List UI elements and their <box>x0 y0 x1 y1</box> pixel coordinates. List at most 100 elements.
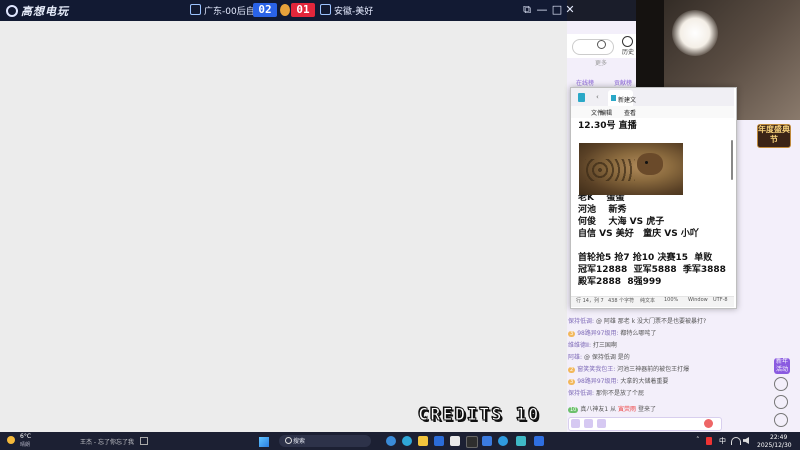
history-button[interactable]: 历史 <box>622 47 634 56</box>
refresh-icon[interactable] <box>774 377 788 391</box>
chat-nick[interactable]: 阿雄: <box>568 354 582 361</box>
folder-icon[interactable] <box>418 436 428 446</box>
app-logo-text: 高想电玩 <box>21 5 69 18</box>
tab-contribution[interactable]: 贡献榜 <box>614 78 632 87</box>
level-badge: 10 <box>568 407 579 413</box>
chat-nick[interactable]: 98路异97级用: <box>577 378 618 385</box>
chat-text: @ 阿雄 那老 k 没大门票不是也要被暴打? <box>595 318 707 325</box>
vs-icon <box>280 4 290 16</box>
event-badge[interactable]: 年度盛典节 <box>757 124 791 148</box>
score-left: 02 <box>253 3 277 17</box>
chat-nick[interactable]: 保持低调: <box>568 318 594 325</box>
app-k-icon[interactable] <box>482 436 492 446</box>
search-input[interactable] <box>572 39 614 55</box>
game-canvas[interactable] <box>0 21 567 432</box>
minimize-button[interactable]: — <box>535 3 549 16</box>
restore-icon[interactable]: ⧉ <box>520 3 534 17</box>
shield-icon <box>320 4 331 15</box>
chat-enter-notice: 10 真八神友1 从 寅荧雨 登来了 <box>568 404 656 413</box>
app-icon-5[interactable] <box>450 436 460 446</box>
chat-highlight[interactable]: 寅荧雨 <box>618 406 636 413</box>
tab-scroll-left-button[interactable]: ‹ <box>596 93 599 101</box>
search-icon[interactable] <box>597 40 606 49</box>
chat-nick[interactable]: 维维德Ⅱ: <box>568 342 591 349</box>
notepad-taskbar-icon[interactable] <box>516 436 526 446</box>
emoji-icon[interactable] <box>571 419 580 428</box>
close-button[interactable]: ✕ <box>563 3 577 16</box>
wifi-icon[interactable] <box>731 437 741 445</box>
music-ticker[interactable]: 王杰 - 忘了你忘了我 <box>80 437 134 446</box>
logo-ring-icon <box>6 5 18 17</box>
gift-box-icon[interactable] <box>774 413 788 427</box>
sun-icon[interactable] <box>7 436 15 444</box>
chat-message: 2 窗笑笑我包王: 河池三神器前的被包王打爆 <box>568 364 689 373</box>
browser-icon[interactable] <box>402 436 412 446</box>
chat-text: 登来了 <box>636 406 656 413</box>
ime-indicator[interactable]: 中 <box>719 436 726 446</box>
chat-message: 维维德Ⅱ: 打三国啊 <box>568 340 617 349</box>
store-icon[interactable] <box>434 436 444 446</box>
chat-nick[interactable]: 窗笑笑我包王: <box>577 366 615 373</box>
chat-text: @ 保持低调 是的 <box>583 354 630 361</box>
credits-counter: CREDITS 10 <box>417 405 541 426</box>
ticker-stop-icon[interactable] <box>140 437 148 445</box>
notepad-scrollbar[interactable] <box>731 140 733 180</box>
status-zoom: 100% <box>664 297 679 303</box>
app-logo: 高想电玩 <box>6 3 69 19</box>
clock-icon[interactable] <box>622 36 633 47</box>
level-badge: 3 <box>568 379 576 385</box>
chat-text: 从 <box>610 406 619 413</box>
chat-text: 那你不是放了个屁 <box>595 390 644 397</box>
app-icon-10[interactable] <box>534 436 544 446</box>
chat-nick[interactable]: 真八神友1 <box>580 406 608 413</box>
notepad-body: 老K 蛋蛋 河池 新秀 何俊 大海 VS 虎子 自信 VS 美好 童庆 VS 小… <box>578 193 726 287</box>
level-badge: 3 <box>568 331 576 337</box>
terminal-icon[interactable] <box>466 436 478 448</box>
status-position: 行 14，列 7 <box>576 298 604 304</box>
more-button[interactable]: 更多 <box>595 58 607 67</box>
chat-text: 打三国啊 <box>592 342 617 349</box>
hyena-image <box>579 143 683 195</box>
chat-nick[interactable]: 98路异97级用: <box>577 330 618 337</box>
team-right: 安徽-美好 <box>320 4 373 17</box>
like-icon[interactable] <box>704 419 713 428</box>
chat-message: 阿雄: @ 保持低调 是的 <box>568 352 630 361</box>
chat-message: 3 98路异97级用: 都特么哪咤了 <box>568 328 656 337</box>
level-badge: 2 <box>568 367 576 373</box>
clock-date[interactable]: 2025/12/30 <box>757 442 792 449</box>
image-icon[interactable] <box>597 419 606 428</box>
shield-icon <box>190 4 201 15</box>
app-icon-8[interactable] <box>498 436 508 446</box>
document-icon <box>611 95 616 101</box>
weather-desc[interactable]: 晴朗 <box>20 441 30 448</box>
chat-text: 大拿的大储着重要 <box>620 378 669 385</box>
score-right: 01 <box>291 3 315 17</box>
menu-view[interactable]: 查看 <box>624 108 636 117</box>
status-encoding: UTF-8 <box>713 297 728 303</box>
start-button[interactable] <box>259 437 269 447</box>
chat-message: 3 98路异97级用: 大拿的大储着重要 <box>568 376 668 385</box>
status-eol: Window <box>688 297 708 303</box>
weather-temp[interactable]: 6°C <box>20 433 31 440</box>
status-chars: 438 个字符 <box>608 298 635 304</box>
gift-icon[interactable] <box>584 419 593 428</box>
chat-text: 都特么哪咤了 <box>620 330 657 337</box>
settings-icon[interactable] <box>774 395 788 409</box>
notepad-tab-label[interactable]: 新建文 <box>618 95 636 104</box>
tray-expand-icon[interactable]: ˄ <box>696 436 700 444</box>
menu-edit[interactable]: 编辑 <box>600 108 612 117</box>
notepad-icon <box>578 93 585 102</box>
mic-icon[interactable] <box>706 437 712 445</box>
clock-time[interactable]: 22:49 <box>770 434 787 441</box>
tab-online[interactable]: 在线榜 <box>576 78 594 87</box>
chat-text: 河池三神器前的被包王打爆 <box>617 366 690 373</box>
taskbar-search-label[interactable]: 搜索 <box>293 436 305 445</box>
notepad-title-line: 12.30号 直播 <box>578 121 637 131</box>
chat-message: 保持低调: @ 阿雄 那老 k 没大门票不是也要被暴打? <box>568 316 706 325</box>
side-activity-badge[interactable]: 新年活动 <box>774 358 790 374</box>
chat-message: 保持低调: 那你不是放了个屁 <box>568 388 644 397</box>
chat-nick[interactable]: 保持低调: <box>568 390 594 397</box>
maximize-button[interactable]: □ <box>550 3 564 16</box>
app-icon-1[interactable] <box>386 436 396 446</box>
search-icon <box>285 437 292 444</box>
